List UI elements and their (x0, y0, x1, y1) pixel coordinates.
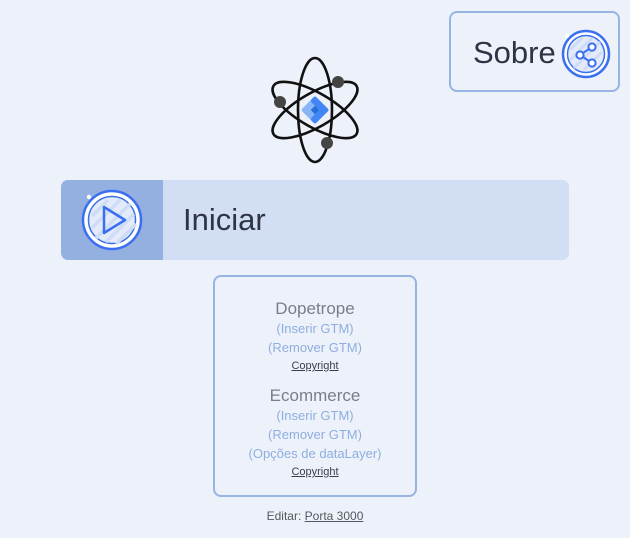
footer: Editar: Porta 3000 (0, 508, 630, 524)
datalayer-options-link[interactable]: (Opções de dataLayer) (215, 444, 415, 463)
copyright-link[interactable]: Copyright (215, 463, 415, 482)
section-title: Dopetrope (275, 299, 355, 318)
section-dopetrope: Dopetrope (Inserir GTM) (Remover GTM) Co… (215, 299, 415, 376)
share-icon (561, 29, 611, 79)
sobre-button[interactable]: Sobre (449, 11, 620, 92)
remove-gtm-link[interactable]: (Remover GTM) (215, 338, 415, 357)
insert-gtm-link[interactable]: (Inserir GTM) (215, 319, 415, 338)
section-ecommerce: Ecommerce (Inserir GTM) (Remover GTM) (O… (215, 386, 415, 482)
port-link[interactable]: Porta 3000 (305, 509, 364, 523)
start-button[interactable]: Iniciar (61, 180, 569, 260)
projects-panel: Dopetrope (Inserir GTM) (Remover GTM) Co… (213, 275, 417, 497)
start-icon-panel (61, 180, 163, 260)
remove-gtm-link[interactable]: (Remover GTM) (215, 425, 415, 444)
play-icon (81, 189, 143, 251)
insert-gtm-link[interactable]: (Inserir GTM) (215, 406, 415, 425)
start-label: Iniciar (183, 202, 266, 237)
footer-prefix: Editar: (266, 509, 302, 523)
sobre-label: Sobre (473, 35, 556, 70)
atom-gtm-logo (271, 56, 359, 164)
copyright-link[interactable]: Copyright (215, 357, 415, 376)
section-title: Ecommerce (269, 386, 361, 405)
